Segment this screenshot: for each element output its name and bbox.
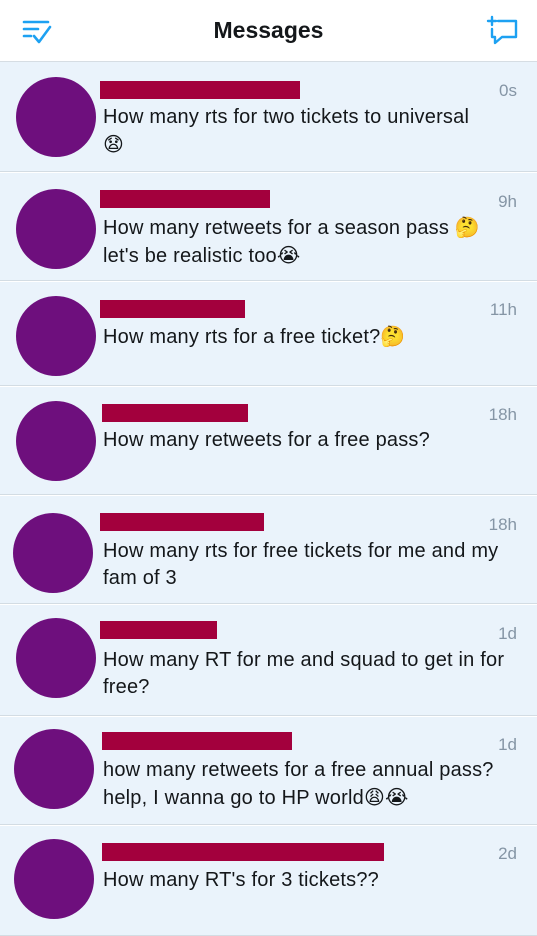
conversation-row[interactable]: 18h How many rts for free tickets for me… bbox=[0, 496, 537, 604]
conversation-row[interactable]: 1d how many retweets for a free annual p… bbox=[0, 717, 537, 825]
compose-message-icon[interactable] bbox=[486, 14, 520, 48]
timestamp: 18h bbox=[488, 405, 517, 424]
page-title: Messages bbox=[213, 17, 324, 43]
emoji: 🤔 bbox=[454, 215, 480, 239]
avatar[interactable] bbox=[14, 839, 94, 919]
message-preview: how many retweets for a free annual pass… bbox=[103, 759, 494, 809]
message-preview: How many RT for me and squad to get in f… bbox=[103, 649, 505, 698]
message-preview: How many rts for a free ticket?🤔 bbox=[103, 324, 406, 348]
avatar[interactable] bbox=[14, 729, 94, 809]
timestamp: 11h bbox=[489, 300, 517, 319]
timestamp: 0s bbox=[499, 81, 517, 100]
redacted-name bbox=[100, 300, 245, 318]
conversation-row[interactable]: 9h How many retweets for a season pass 🤔… bbox=[0, 173, 537, 281]
redacted-name bbox=[102, 732, 292, 750]
conversation-row[interactable]: 11h How many rts for a free ticket?🤔 bbox=[0, 282, 537, 386]
emoji: 🤔 bbox=[380, 324, 406, 348]
message-list: 0s How many rts for two tickets to unive… bbox=[0, 62, 537, 936]
message-preview: How many RT's for 3 tickets?? bbox=[103, 869, 380, 891]
redacted-name bbox=[100, 513, 264, 531]
avatar[interactable] bbox=[16, 189, 96, 269]
redacted-name bbox=[102, 843, 384, 861]
redacted-name bbox=[100, 190, 270, 208]
conversation-row[interactable]: 1d How many RT for me and squad to get i… bbox=[0, 605, 537, 716]
emoji: 😩😭 bbox=[363, 785, 409, 809]
message-preview: How many retweets for a season pass 🤔 let… bbox=[103, 215, 480, 267]
avatar[interactable] bbox=[16, 618, 96, 698]
avatar[interactable] bbox=[13, 513, 93, 593]
message-preview: How many rts for free tickets for me and… bbox=[103, 540, 499, 589]
emoji: 😭 bbox=[276, 243, 301, 267]
avatar[interactable] bbox=[16, 401, 96, 481]
avatar[interactable] bbox=[16, 296, 96, 376]
message-preview: How many retweets for a free pass? bbox=[103, 429, 430, 451]
avatar[interactable] bbox=[16, 77, 96, 157]
top-bar: Messages bbox=[0, 0, 537, 62]
timestamp: 1d bbox=[498, 735, 517, 754]
timestamp: 2d bbox=[498, 844, 517, 863]
timestamp: 9h bbox=[498, 192, 517, 211]
conversation-row[interactable]: 18h How many retweets for a free pass? bbox=[0, 387, 537, 495]
message-preview: How many rts for two tickets to universa… bbox=[103, 106, 470, 156]
redacted-name bbox=[100, 621, 217, 639]
conversation-row[interactable]: 2d How many RT's for 3 tickets?? bbox=[0, 826, 537, 936]
redacted-name bbox=[102, 404, 248, 422]
redacted-name bbox=[100, 81, 300, 99]
conversation-row[interactable]: 0s How many rts for two tickets to unive… bbox=[0, 62, 537, 172]
timestamp: 1d bbox=[498, 624, 517, 643]
emoji: 😧 bbox=[103, 132, 125, 156]
timestamp: 18h bbox=[488, 515, 517, 534]
